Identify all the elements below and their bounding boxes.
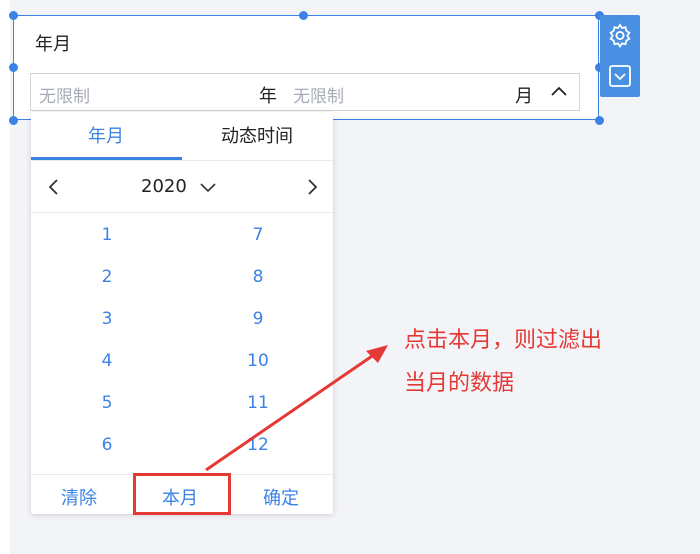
start-placeholder[interactable]: 无限制 <box>39 82 90 107</box>
month-cell[interactable]: 11 <box>238 393 278 413</box>
widget-title: 年月 <box>35 34 71 55</box>
resize-handle-tl[interactable] <box>9 11 18 20</box>
end-unit-label: 月 <box>515 86 533 107</box>
left-strip <box>0 0 10 554</box>
chevron-up-icon[interactable] <box>549 82 569 102</box>
end-placeholder[interactable]: 无限制 <box>293 82 344 107</box>
chevron-down-icon[interactable] <box>199 178 217 196</box>
tab-dynamic-time[interactable]: 动态时间 <box>182 122 332 148</box>
header-divider <box>31 212 333 213</box>
tab-divider <box>31 160 333 161</box>
month-cell[interactable]: 12 <box>238 435 278 455</box>
resize-handle-br[interactable] <box>595 116 604 125</box>
annotation-highlight-box <box>133 473 231 515</box>
month-cell[interactable]: 3 <box>87 309 127 329</box>
annotation-text-line1: 点击本月，则过滤出 <box>404 328 603 353</box>
chevron-down-box-icon[interactable] <box>606 62 634 90</box>
tab-year-month[interactable]: 年月 <box>31 122 181 148</box>
confirm-button[interactable]: 确定 <box>263 484 299 510</box>
clear-button[interactable]: 清除 <box>61 484 97 510</box>
month-cell[interactable]: 8 <box>238 267 278 287</box>
year-selector[interactable]: 2020 <box>141 176 187 197</box>
month-cell[interactable]: 1 <box>87 225 127 245</box>
widget-toolbar <box>600 15 640 97</box>
resize-handle-bl[interactable] <box>9 116 18 125</box>
active-tab-indicator <box>31 157 182 160</box>
month-cell[interactable]: 9 <box>238 309 278 329</box>
annotation-text-line2: 当月的数据 <box>404 371 515 396</box>
month-cell[interactable]: 7 <box>238 225 278 245</box>
month-cell[interactable]: 6 <box>87 435 127 455</box>
resize-handle-tc[interactable] <box>299 11 308 20</box>
gear-icon[interactable] <box>606 21 634 49</box>
month-cell[interactable]: 10 <box>238 351 278 371</box>
month-cell[interactable]: 4 <box>87 351 127 371</box>
next-year-icon[interactable] <box>303 178 321 196</box>
month-cell[interactable]: 5 <box>87 393 127 413</box>
date-range-input[interactable]: 无限制 年 无限制 月 <box>30 73 580 111</box>
resize-handle-ml[interactable] <box>9 63 18 72</box>
month-cell[interactable]: 2 <box>87 267 127 287</box>
start-unit-label: 年 <box>259 86 277 107</box>
canvas: 年月 无限制 年 无限制 月 年月 动态时间 2020 1 2 3 4 5 6 … <box>0 0 700 554</box>
month-picker-panel: 年月 动态时间 2020 1 2 3 4 5 6 7 8 9 10 11 12 … <box>31 112 333 514</box>
year-month-widget[interactable]: 年月 无限制 年 无限制 月 <box>13 15 599 120</box>
prev-year-icon[interactable] <box>45 178 63 196</box>
